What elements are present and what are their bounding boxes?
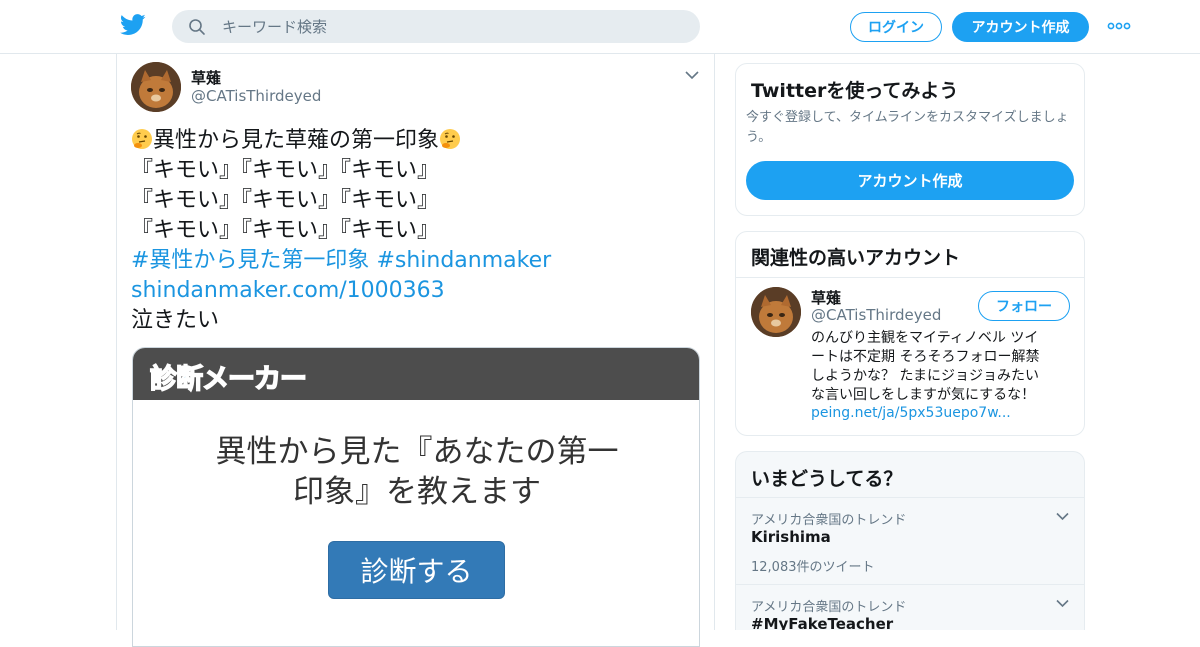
search-bar	[172, 10, 700, 43]
trend-item[interactable]: アメリカ合衆国のトレンド Kirishima 12,083件のツイート	[736, 497, 1084, 584]
tweet-text: 異性から見た草薙の第一印象 『キモい』『キモい』『キモい』 『キモい』『キモい』…	[131, 126, 701, 336]
tweet-line-2: 『キモい』『キモい』『キモい』	[131, 158, 440, 183]
bio-line-1: のんびり主観をマイティノベル ツイ	[811, 330, 1039, 346]
card-diagnose-button[interactable]: 診断する	[328, 541, 505, 599]
follow-button[interactable]: フォロー	[978, 291, 1070, 321]
tweet-line-3: 『キモい』『キモい』『キモい』	[131, 188, 440, 213]
author-avatar[interactable]	[131, 62, 181, 112]
thinking-face-emoji-icon	[132, 129, 152, 149]
related-accounts-title: 関連性の高いアカウント	[751, 247, 961, 269]
bio-line-3: しようかな？ たまにジョジョみたい	[811, 368, 1040, 384]
login-button[interactable]: ログイン	[850, 12, 942, 42]
chevron-down-icon[interactable]	[1056, 512, 1069, 521]
author-handle[interactable]: @CATisThirdeyed	[191, 87, 321, 105]
signup-promo-desc: 今すぐ登録して、タイムラインをカスタマイズしましょ う。	[746, 108, 1076, 148]
sidebar-signup-button[interactable]: アカウント作成	[746, 161, 1074, 200]
tweet-line-4: 『キモい』『キモい』『キモい』	[131, 218, 440, 243]
divider	[736, 277, 1084, 278]
related-account-avatar[interactable]	[751, 287, 801, 337]
twitter-logo-icon[interactable]	[120, 14, 146, 36]
related-account-bio: のんびり主観をマイティノベル ツイ ートは不定期 そろそろフォロー解禁 しようか…	[811, 329, 1071, 405]
trend-name[interactable]: #MyFakeTeacher	[751, 615, 893, 630]
trend-item[interactable]: アメリカ合衆国のトレンド #MyFakeTeacher	[736, 584, 1084, 630]
signup-promo-title: Twitterを使ってみよう	[751, 80, 959, 102]
trend-context: アメリカ合衆国のトレンド	[751, 513, 907, 528]
author-name[interactable]: 草薙	[191, 67, 221, 88]
trend-name[interactable]: Kirishima	[751, 528, 831, 546]
thinking-face-emoji-icon	[440, 129, 461, 149]
tweet-url-link[interactable]: shindanmaker.com/1000363	[131, 276, 701, 306]
related-account-handle[interactable]: @CATisThirdeyed	[811, 306, 941, 324]
card-title-line-1: 異性から見た『あなたの第一	[215, 434, 619, 470]
bio-line-4: な言い回しをしますが気にするな！	[811, 387, 1036, 403]
signup-promo-desc-line-2: う。	[746, 130, 772, 145]
signup-promo-box: Twitterを使ってみよう 今すぐ登録して、タイムラインをカスタマイズしましょ…	[735, 63, 1085, 216]
search-input[interactable]	[222, 10, 682, 43]
chevron-down-icon[interactable]	[685, 70, 699, 80]
hashtag-link[interactable]: #異性から見た第一印象	[131, 248, 369, 273]
cat-avatar-image	[751, 287, 801, 337]
search-icon	[189, 19, 205, 35]
related-account-name[interactable]: 草薙	[811, 287, 841, 308]
chevron-down-icon[interactable]	[1056, 599, 1069, 608]
card-header: 診断メーカー	[133, 348, 699, 400]
signup-button[interactable]: アカウント作成	[952, 12, 1089, 42]
tweet-line-5: 泣きたい	[131, 308, 220, 333]
bio-line-2: ートは不定期 そろそろフォロー解禁	[811, 349, 1040, 365]
card-title-line-2: 印象』を教えます	[293, 474, 541, 510]
more-dots-icon[interactable]	[1107, 18, 1131, 34]
card-title: 異性から見た『あなたの第一 印象』を教えます	[133, 432, 699, 512]
trend-context: アメリカ合衆国のトレンド	[751, 600, 907, 615]
tweet-line-1-text: 異性から見た草薙の第一印象	[153, 128, 440, 153]
trend-tweet-count: 12,083件のツイート	[751, 560, 875, 575]
trends-box: いまどうしてる？ アメリカ合衆国のトレンド Kirishima 12,083件の…	[735, 451, 1085, 630]
tweet-column: 草薙 @CATisThirdeyed 異性から見た草薙の第一印象 『キモい』『キ…	[116, 54, 715, 647]
link-preview-card[interactable]: 診断メーカー 異性から見た『あなたの第一 印象』を教えます 診断する	[132, 347, 700, 647]
signup-promo-desc-line-1: 今すぐ登録して、タイムラインをカスタマイズしましょ	[746, 110, 1069, 125]
related-account-link[interactable]: peing.net/ja/5px53uepo7w...	[811, 405, 1011, 421]
related-accounts-box: 関連性の高いアカウント 草薙 @CATisThirdeyed フォロー のんびり…	[735, 231, 1085, 436]
tweet-line-1: 異性から見た草薙の第一印象	[131, 126, 701, 156]
top-nav-bar: ログイン アカウント作成	[0, 0, 1200, 54]
card-site-logo: 診断メーカー	[149, 363, 308, 396]
trends-title: いまどうしてる？	[751, 468, 903, 490]
hashtag-link[interactable]: #shindanmaker	[376, 248, 551, 273]
cat-avatar-image	[131, 62, 181, 112]
